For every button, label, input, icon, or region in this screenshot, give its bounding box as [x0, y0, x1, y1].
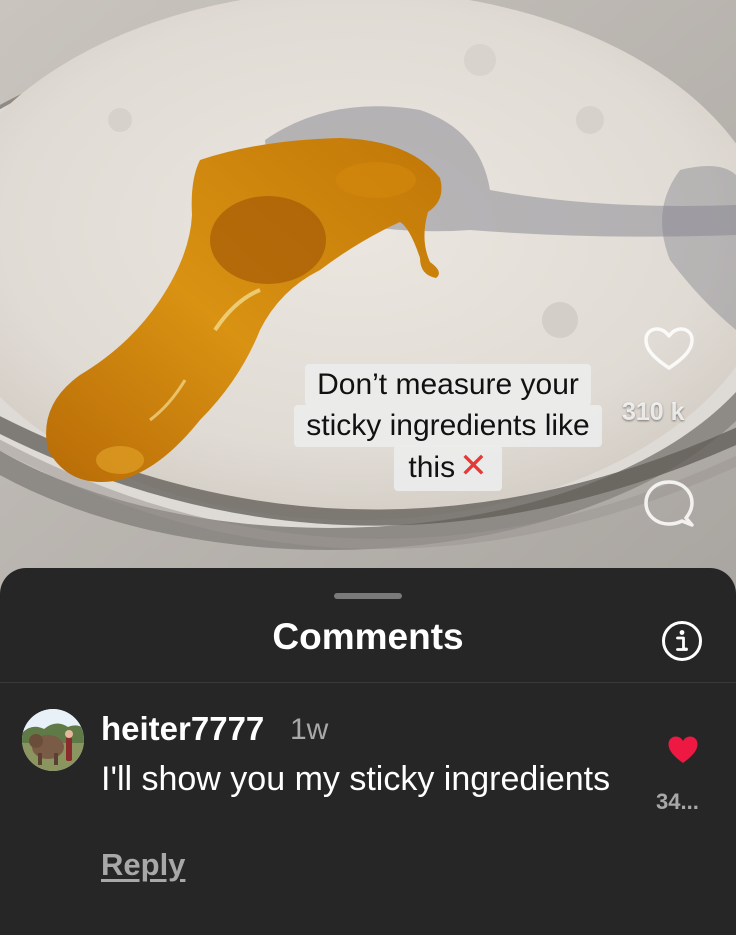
comment-bubble-icon — [644, 480, 694, 527]
comments-sheet: Comments heiter7777 1w I'll show you my … — [0, 568, 736, 935]
comment-text: I'll show you my sticky ingredients — [101, 760, 611, 798]
caption-line-3: this ✕ — [394, 445, 502, 491]
info-button[interactable] — [661, 620, 703, 662]
avatar-photo — [22, 709, 84, 771]
heart-outline-icon — [644, 327, 694, 370]
comment-like-count: 34... — [656, 789, 699, 814]
caption-line-2: sticky ingredients like — [294, 405, 602, 447]
avatar[interactable] — [22, 709, 84, 771]
info-icon — [662, 621, 702, 661]
caption-line-1: Don’t measure your — [305, 364, 591, 406]
comment-item: heiter7777 1w I'll show you my sticky in… — [0, 683, 736, 935]
reply-button[interactable]: Reply — [101, 847, 185, 883]
comment-button[interactable] — [642, 478, 696, 530]
comment-like-button[interactable] — [667, 735, 699, 765]
caption-line-3-text: this — [408, 451, 456, 484]
comments-title: Comments — [272, 616, 464, 657]
red-x-icon: ✕ — [459, 447, 488, 485]
like-count: 310 k — [622, 398, 685, 426]
heart-filled-icon — [668, 736, 698, 763]
comment-username[interactable]: heiter7777 — [101, 710, 264, 748]
video-frame — [0, 0, 736, 600]
reels-screen: Don’t measure your sticky ingredients li… — [0, 0, 736, 935]
video-caption: Don’t measure your sticky ingredients li… — [252, 364, 644, 491]
heart-filled-shape — [668, 736, 698, 763]
video-player[interactable]: Don’t measure your sticky ingredients li… — [0, 0, 736, 600]
like-button[interactable] — [643, 326, 695, 372]
comment-timestamp: 1w — [290, 713, 329, 746]
sheet-drag-handle[interactable] — [334, 593, 402, 599]
